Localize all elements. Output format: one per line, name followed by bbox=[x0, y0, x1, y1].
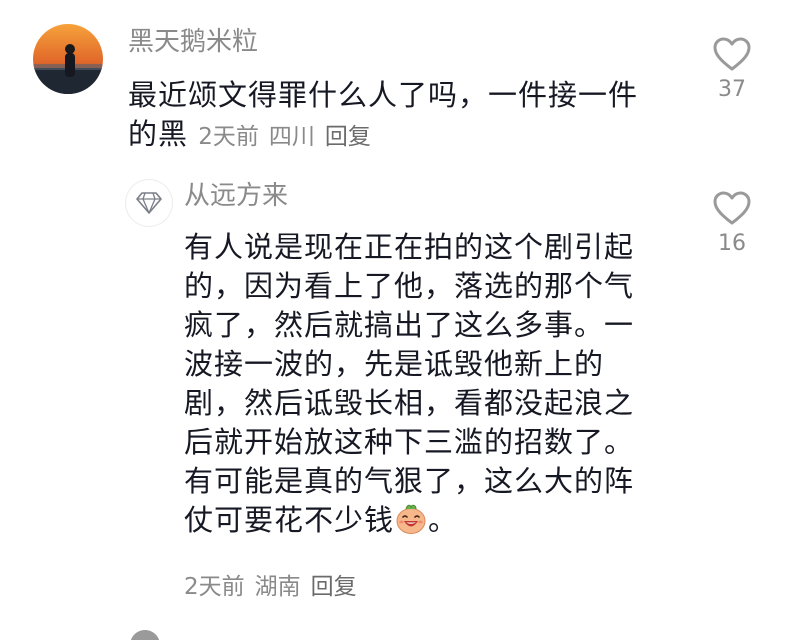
comment-line: 仗可要花不少钱 bbox=[184, 503, 395, 537]
comment-line: 剧，然后诋毁长相，看都没起浪之 bbox=[184, 386, 635, 420]
comment-line: 最近颂文得罪什么人了吗，一件接一件 bbox=[128, 78, 639, 112]
comment-line: 后就开始放这种下三滥的招数了。 bbox=[184, 425, 635, 459]
comment-line: 有可能是真的气狠了，这么大的阵 bbox=[184, 464, 635, 498]
comment-line: 波接一波的，先是诋毁他新上的 bbox=[184, 347, 605, 381]
comment-line: 有人说是现在正在拍的这个剧引起 bbox=[184, 230, 635, 264]
username[interactable]: 黑天鹅米粒 bbox=[128, 26, 258, 58]
heart-outline-icon bbox=[713, 37, 751, 71]
diamond-icon bbox=[136, 192, 162, 214]
laughing-face-emoji bbox=[396, 504, 426, 534]
comment-list: 黑天鹅米粒 最近颂文得罪什么人了吗，一件接一件 的黑 2天前 四川 回复 37 从远… bbox=[0, 0, 786, 640]
comment-text: 最近颂文得罪什么人了吗，一件接一件 的黑 2天前 四川 回复 bbox=[128, 76, 638, 157]
comment-line-with-meta: 的黑 2天前 四川 回复 bbox=[128, 115, 638, 157]
avatar[interactable] bbox=[126, 180, 172, 226]
reply-button[interactable]: 回复 bbox=[325, 124, 371, 150]
avatar[interactable] bbox=[130, 630, 160, 640]
comment-line: 的，因为看上了他，落选的那个气 bbox=[184, 269, 635, 303]
comment-time: 2天前 bbox=[198, 124, 259, 150]
comment-location: 湖南 bbox=[254, 574, 301, 600]
comment-meta: 2天前 四川 回复 bbox=[198, 124, 381, 150]
comment-line: 的黑 bbox=[128, 117, 189, 151]
comment-line-end: 。 bbox=[428, 503, 459, 537]
heart-outline-icon bbox=[713, 191, 751, 225]
comment-line-with-emoji: 仗可要花不少钱 。 bbox=[184, 501, 634, 540]
avatar-image bbox=[33, 24, 103, 94]
comment-text: 有人说是现在正在拍的这个剧引起 的，因为看上了他，落选的那个气 疯了，然后就搞出… bbox=[184, 228, 634, 540]
like-button[interactable]: 37 bbox=[702, 36, 762, 104]
comment-location: 四川 bbox=[268, 124, 315, 150]
like-count: 37 bbox=[718, 77, 746, 102]
reply-button[interactable]: 回复 bbox=[311, 574, 357, 600]
comment-time: 2天前 bbox=[184, 574, 245, 600]
username[interactable]: 从远方来 bbox=[184, 180, 288, 212]
like-button[interactable]: 16 bbox=[702, 190, 762, 258]
comment-meta: 2天前 湖南 回复 bbox=[184, 572, 367, 602]
comment-line: 疯了，然后就搞出了这么多事。一 bbox=[184, 308, 635, 342]
like-count: 16 bbox=[718, 231, 746, 256]
avatar[interactable] bbox=[33, 24, 103, 94]
